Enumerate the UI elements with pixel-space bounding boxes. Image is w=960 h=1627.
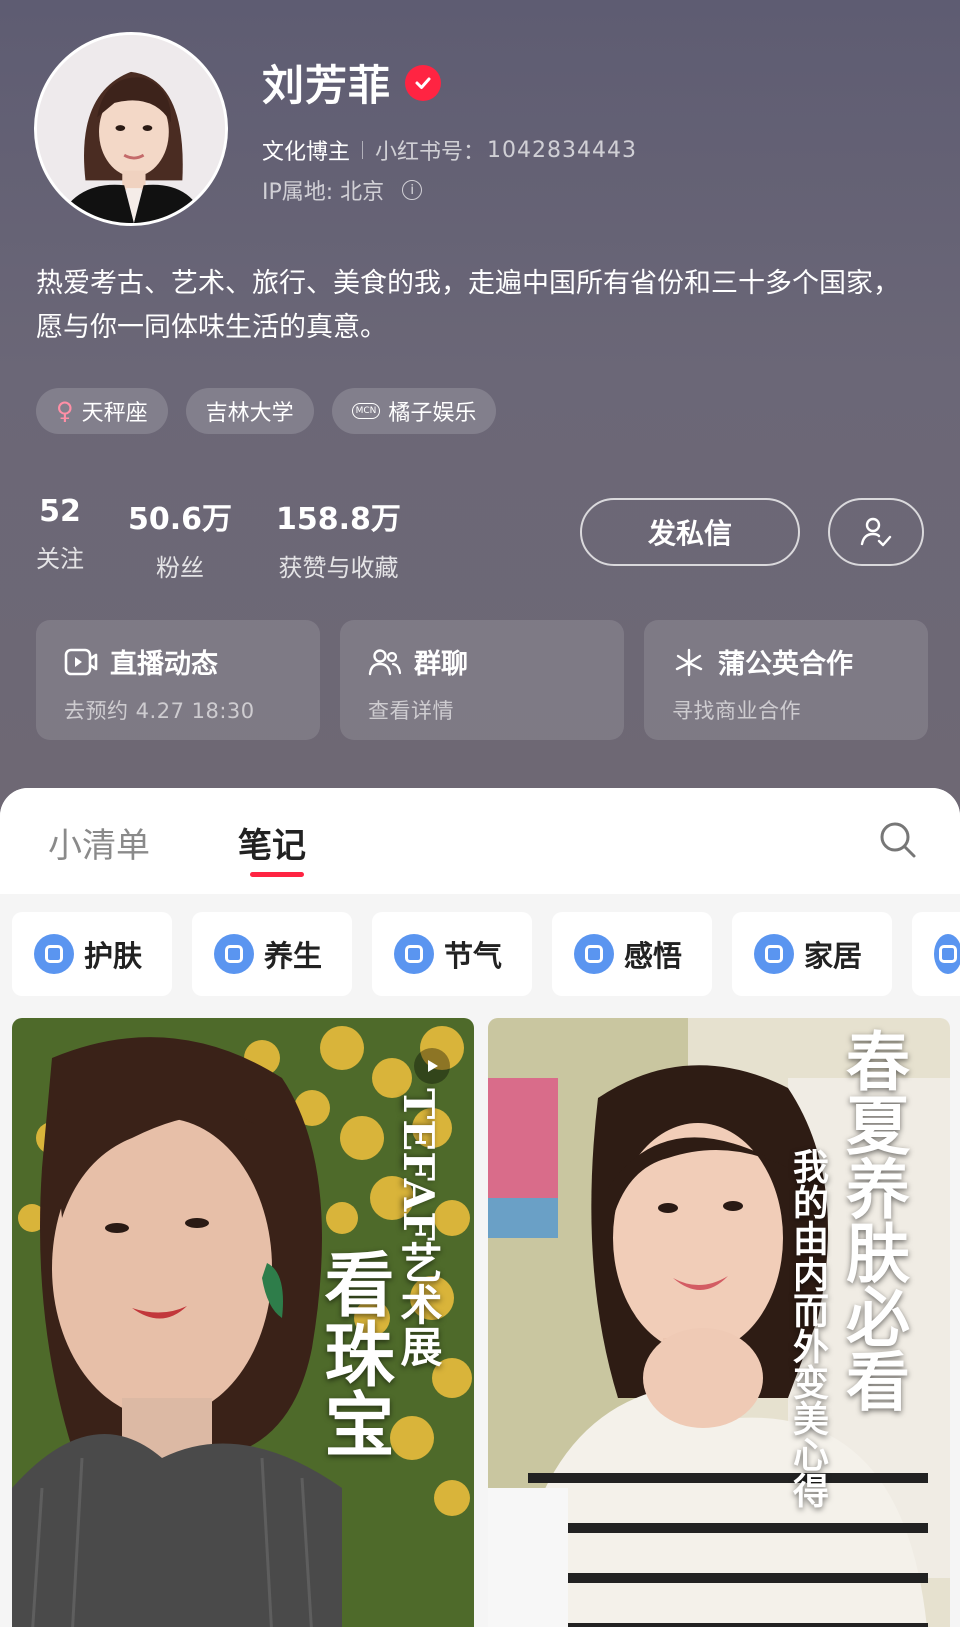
tag-label: 天秤座: [81, 401, 148, 426]
tab-list[interactable]: 小清单: [48, 818, 150, 867]
tag-mcn[interactable]: MCN 橘子娱乐: [331, 388, 497, 434]
chip-wellness[interactable]: 养生: [192, 912, 352, 996]
divider: [362, 141, 364, 159]
stat-likes[interactable]: 158.8万 获赞与收藏: [276, 494, 401, 583]
card-group-chat[interactable]: 群聊 查看详情: [340, 620, 624, 740]
mcn-icon: MCN: [351, 403, 381, 419]
send-message-button[interactable]: 发私信: [580, 498, 800, 566]
chip-home[interactable]: 家居: [732, 912, 892, 996]
note-card[interactable]: TEFAF艺术展 看珠宝: [12, 1018, 474, 1627]
info-icon[interactable]: i: [402, 180, 423, 200]
tag-school[interactable]: 吉林大学: [185, 388, 314, 434]
tag-list: ♀ 天秤座 吉林大学 MCN 橘子娱乐: [36, 388, 497, 434]
stat-number: 52: [39, 494, 81, 529]
collection-icon: [574, 934, 614, 974]
chip-more[interactable]: [912, 912, 960, 996]
stat-number: 158.8万: [276, 502, 401, 537]
note-overlay-text: 春夏养肤必看: [835, 1028, 910, 1412]
card-subtitle: 寻找商业合作: [672, 699, 801, 723]
card-title: 蒲公英合作: [718, 649, 853, 680]
active-tab-indicator: [250, 872, 304, 877]
id-value[interactable]: 1042834443: [487, 138, 637, 163]
stat-following[interactable]: 52 关注: [36, 494, 84, 583]
chip-label: 节气: [444, 939, 503, 973]
dandelion-icon: [675, 648, 703, 676]
avatar-image: [37, 35, 225, 223]
stat-label: 粉丝: [156, 554, 205, 582]
user-check-icon: [860, 517, 892, 547]
note-overlay-text: 看珠宝: [313, 1248, 396, 1458]
card-live[interactable]: 直播动态 去预约 4.27 18:30: [36, 620, 320, 740]
card-subtitle: 查看详情: [368, 699, 454, 723]
collection-icon: [394, 934, 434, 974]
meta-row: 文化博主 小红书号： 1042834443: [262, 134, 637, 166]
card-title: 直播动态: [110, 649, 218, 680]
profile-name: 刘芳菲: [262, 61, 392, 110]
chip-label: 家居: [804, 939, 863, 973]
chip-reflections[interactable]: 感悟: [552, 912, 712, 996]
ip-location: IP属地: 北京: [262, 180, 385, 205]
chip-label: 感悟: [624, 939, 683, 973]
content-sheet: 小清单 笔记 护肤 养生 节气 感悟 家居 TEFAF艺术展 看珠宝 春夏养肤必…: [0, 788, 960, 1627]
notes-grid: TEFAF艺术展 看珠宝 春夏养肤必看 我的由内而外变美心得: [12, 1018, 950, 1627]
id-label: 小红书号：: [375, 140, 486, 165]
live-icon: [64, 648, 98, 675]
chip-label: 护肤: [84, 939, 143, 973]
search-icon[interactable]: [878, 820, 918, 864]
card-title: 群聊: [414, 649, 468, 680]
feature-cards: 直播动态 去预约 4.27 18:30 群聊 查看详情 蒲公英合作 寻找商业合作: [36, 620, 928, 740]
name-row: 刘芳菲: [262, 52, 442, 113]
bio: 热爱考古、艺术、旅行、美食的我，走遍中国所有省份和三十多个国家，愿与你一同体味生…: [36, 268, 900, 343]
tab-bar: 小清单 笔记: [0, 788, 960, 894]
group-icon: [368, 648, 402, 675]
tab-notes[interactable]: 笔记: [238, 818, 306, 867]
stat-followers[interactable]: 50.6万 粉丝: [128, 494, 232, 583]
collection-icon: [934, 934, 960, 974]
role-label: 文化博主: [262, 140, 351, 165]
stat-number: 50.6万: [128, 502, 233, 537]
stats-row: 52 关注 50.6万 粉丝 158.8万 获赞与收藏: [36, 494, 445, 583]
verified-icon: [405, 64, 442, 101]
avatar[interactable]: [34, 32, 228, 226]
stat-label: 关注: [36, 545, 84, 573]
chip-solar-terms[interactable]: 节气: [372, 912, 532, 996]
tag-zodiac[interactable]: ♀ 天秤座: [36, 388, 168, 434]
chip-label: 养生: [264, 939, 323, 973]
collection-icon: [214, 934, 254, 974]
collection-icon: [34, 934, 74, 974]
tag-label: 橘子娱乐: [388, 401, 477, 426]
note-overlay-text: 我的由内而外变美心得: [787, 1148, 829, 1508]
chip-skincare[interactable]: 护肤: [12, 912, 172, 996]
female-icon: ♀: [56, 397, 74, 425]
video-play-icon: [414, 1048, 450, 1084]
stat-label: 获赞与收藏: [278, 554, 399, 582]
follow-button[interactable]: [828, 498, 924, 566]
collection-icon: [754, 934, 794, 974]
ip-row: IP属地: 北京 i: [262, 174, 423, 206]
collection-chips: 护肤 养生 节气 感悟 家居: [12, 912, 960, 996]
card-subtitle: 去预约 4.27 18:30: [64, 699, 255, 723]
tag-label: 吉林大学: [205, 401, 294, 426]
card-business[interactable]: 蒲公英合作 寻找商业合作: [644, 620, 928, 740]
note-card[interactable]: 春夏养肤必看 我的由内而外变美心得: [488, 1018, 950, 1627]
